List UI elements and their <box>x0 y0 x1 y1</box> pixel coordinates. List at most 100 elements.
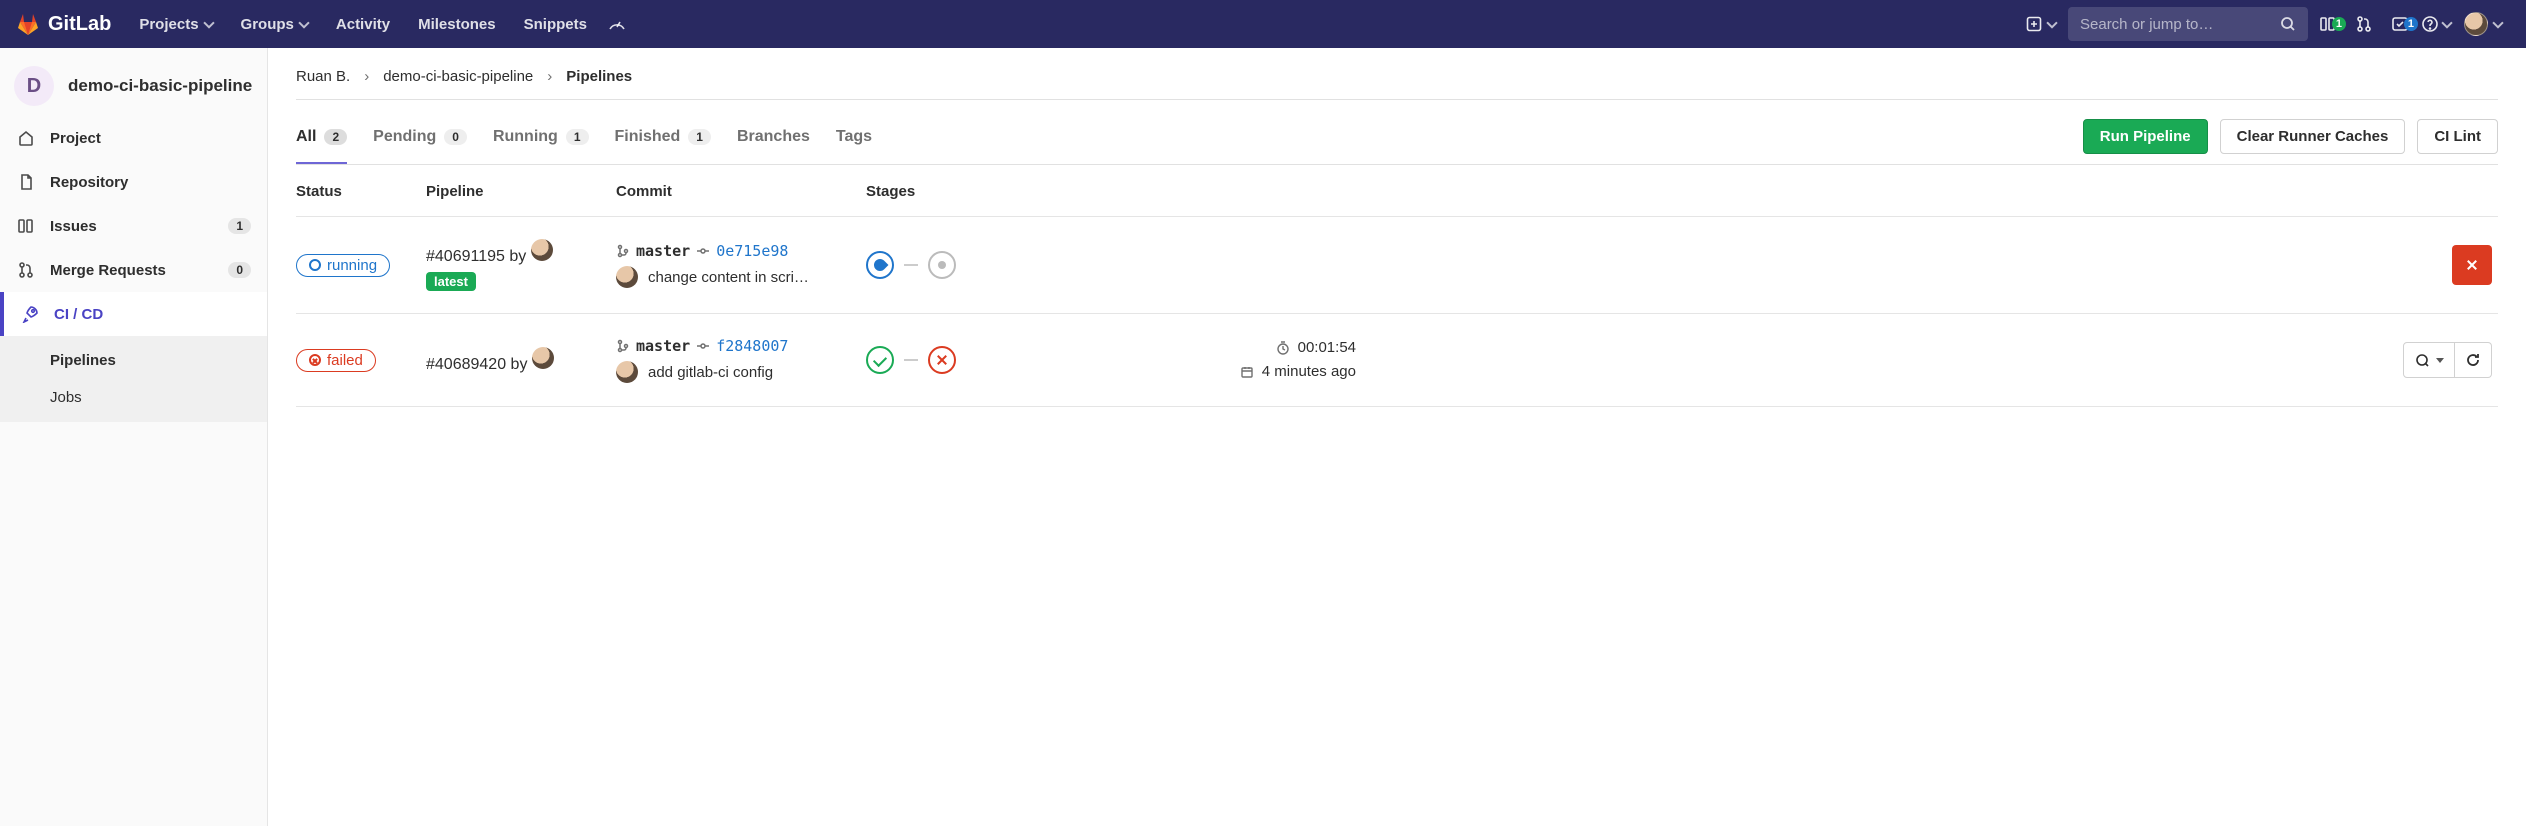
triggerer-avatar-icon[interactable] <box>531 239 553 261</box>
tab-pending[interactable]: Pending 0 <box>373 118 467 164</box>
author-avatar-icon[interactable] <box>616 266 638 288</box>
chevron-down-icon <box>298 17 309 28</box>
commit-icon <box>696 244 710 258</box>
tab-branches[interactable]: Branches <box>737 118 810 164</box>
triggerer-avatar-icon[interactable] <box>532 347 554 369</box>
gitlab-logo-icon <box>16 12 40 36</box>
pipeline-id-link[interactable]: #40691195 <box>426 248 505 265</box>
stage-running-icon[interactable] <box>866 251 894 279</box>
project-header[interactable]: D demo-ci-basic-pipeline <box>0 48 267 116</box>
sidebar-item-issues[interactable]: Issues 1 <box>0 204 267 248</box>
status-badge[interactable]: running <box>296 254 390 277</box>
tab-count: 2 <box>324 129 347 145</box>
rocket-icon <box>20 304 40 324</box>
latest-badge: latest <box>426 272 476 291</box>
tab-count: 1 <box>566 129 589 145</box>
commit-message[interactable]: change content in scri… <box>648 269 809 286</box>
commit-sha-link[interactable]: 0e715e98 <box>716 242 788 260</box>
new-dropdown[interactable] <box>2018 16 2064 32</box>
todos-count-badge: 1 <box>2404 17 2418 31</box>
performance-bar-icon[interactable] <box>603 10 631 38</box>
nav-activity[interactable]: Activity <box>324 8 402 41</box>
pipeline-scope-tabs: All 2 Pending 0 Running 1 Finished 1 Bra… <box>296 118 872 164</box>
stage-connector <box>904 264 918 266</box>
top-nav: GitLab Projects Groups Activity Mileston… <box>0 0 2526 48</box>
brand[interactable]: GitLab <box>16 12 111 36</box>
chevron-down-icon <box>203 17 214 28</box>
project-avatar-icon: D <box>14 66 54 106</box>
pipeline-id-link[interactable]: #40689420 <box>426 356 506 373</box>
sidebar-item-repository[interactable]: Repository <box>0 160 267 204</box>
main-content: Ruan B. › demo-ci-basic-pipeline › Pipel… <box>268 48 2526 826</box>
branch-icon <box>616 244 630 258</box>
nav-groups[interactable]: Groups <box>229 8 320 41</box>
doc-icon <box>16 172 36 192</box>
status-label: running <box>327 257 377 274</box>
sidebar: D demo-ci-basic-pipeline Project Reposit… <box>0 48 268 826</box>
pipeline-timing: 00:01:54 4 minutes ago <box>1186 336 1356 384</box>
tab-label: Branches <box>737 128 810 146</box>
sidebar-item-project[interactable]: Project <box>0 116 267 160</box>
sidebar-item-label: Project <box>50 130 101 147</box>
pipeline-row: running #40691195 by latest master 0e715… <box>296 217 2498 314</box>
search-input[interactable] <box>2080 16 2280 33</box>
sidebar-item-cicd[interactable]: CI / CD <box>0 292 267 336</box>
retry-pipeline-button[interactable] <box>2455 342 2492 378</box>
todos-shortcut[interactable]: 1 <box>2384 15 2416 33</box>
tab-label: All <box>296 128 316 146</box>
brand-text: GitLab <box>48 13 111 36</box>
stage-failed-icon[interactable] <box>928 346 956 374</box>
stage-success-icon[interactable] <box>866 346 894 374</box>
tab-count: 1 <box>688 129 711 145</box>
branch-link[interactable]: master <box>636 242 690 260</box>
tab-label: Pending <box>373 128 436 146</box>
cancel-pipeline-button[interactable] <box>2452 245 2492 285</box>
search-icon <box>2280 16 2296 32</box>
duration-text: 00:01:54 <box>1298 336 1356 360</box>
crumb-project[interactable]: demo-ci-basic-pipeline <box>383 68 533 85</box>
nav-projects[interactable]: Projects <box>127 8 224 41</box>
tab-all[interactable]: All 2 <box>296 118 347 164</box>
search-box[interactable] <box>2068 7 2308 41</box>
chevron-right-icon: › <box>547 68 552 85</box>
col-pipeline: Pipeline <box>426 183 616 200</box>
help-dropdown[interactable] <box>2420 15 2452 33</box>
sidebar-sub-pipelines[interactable]: Pipelines <box>0 342 267 379</box>
user-avatar-icon <box>2464 12 2488 36</box>
pipeline-stages <box>866 251 1186 279</box>
run-pipeline-button[interactable]: Run Pipeline <box>2083 119 2208 154</box>
issues-icon <box>16 216 36 236</box>
branch-link[interactable]: master <box>636 337 690 355</box>
user-menu[interactable] <box>2456 12 2510 36</box>
stage-pending-icon[interactable] <box>928 251 956 279</box>
tab-count: 0 <box>444 129 467 145</box>
col-commit: Commit <box>616 183 866 200</box>
status-badge[interactable]: failed <box>296 349 376 372</box>
help-icon <box>2421 15 2439 33</box>
crumb-owner[interactable]: Ruan B. <box>296 68 350 85</box>
tab-finished[interactable]: Finished 1 <box>615 118 711 164</box>
sidebar-sub-jobs[interactable]: Jobs <box>0 379 267 416</box>
tab-tags[interactable]: Tags <box>836 118 872 164</box>
manual-actions-dropdown[interactable] <box>2403 342 2455 378</box>
status-running-icon <box>309 259 321 271</box>
nav-milestones[interactable]: Milestones <box>406 8 508 41</box>
nav-projects-label: Projects <box>139 16 198 33</box>
clear-runner-caches-button[interactable]: Clear Runner Caches <box>2220 119 2406 154</box>
commit-message[interactable]: add gitlab-ci config <box>648 364 773 381</box>
commit-sha-link[interactable]: f2848007 <box>716 337 788 355</box>
chevron-right-icon: › <box>364 68 369 85</box>
nav-activity-label: Activity <box>336 16 390 33</box>
by-text: by <box>509 248 530 265</box>
sidebar-item-merge-requests[interactable]: Merge Requests 0 <box>0 248 267 292</box>
sidebar-item-label: Merge Requests <box>50 262 166 279</box>
issues-shortcut[interactable]: 1 <box>2312 15 2344 33</box>
author-avatar-icon[interactable] <box>616 361 638 383</box>
merge-requests-shortcut[interactable] <box>2348 15 2380 33</box>
project-name: demo-ci-basic-pipeline <box>68 75 252 98</box>
ci-lint-button[interactable]: CI Lint <box>2417 119 2498 154</box>
sidebar-item-label: CI / CD <box>54 306 103 323</box>
nav-snippets[interactable]: Snippets <box>512 8 599 41</box>
cicd-submenu: Pipelines Jobs <box>0 336 267 422</box>
tab-running[interactable]: Running 1 <box>493 118 589 164</box>
